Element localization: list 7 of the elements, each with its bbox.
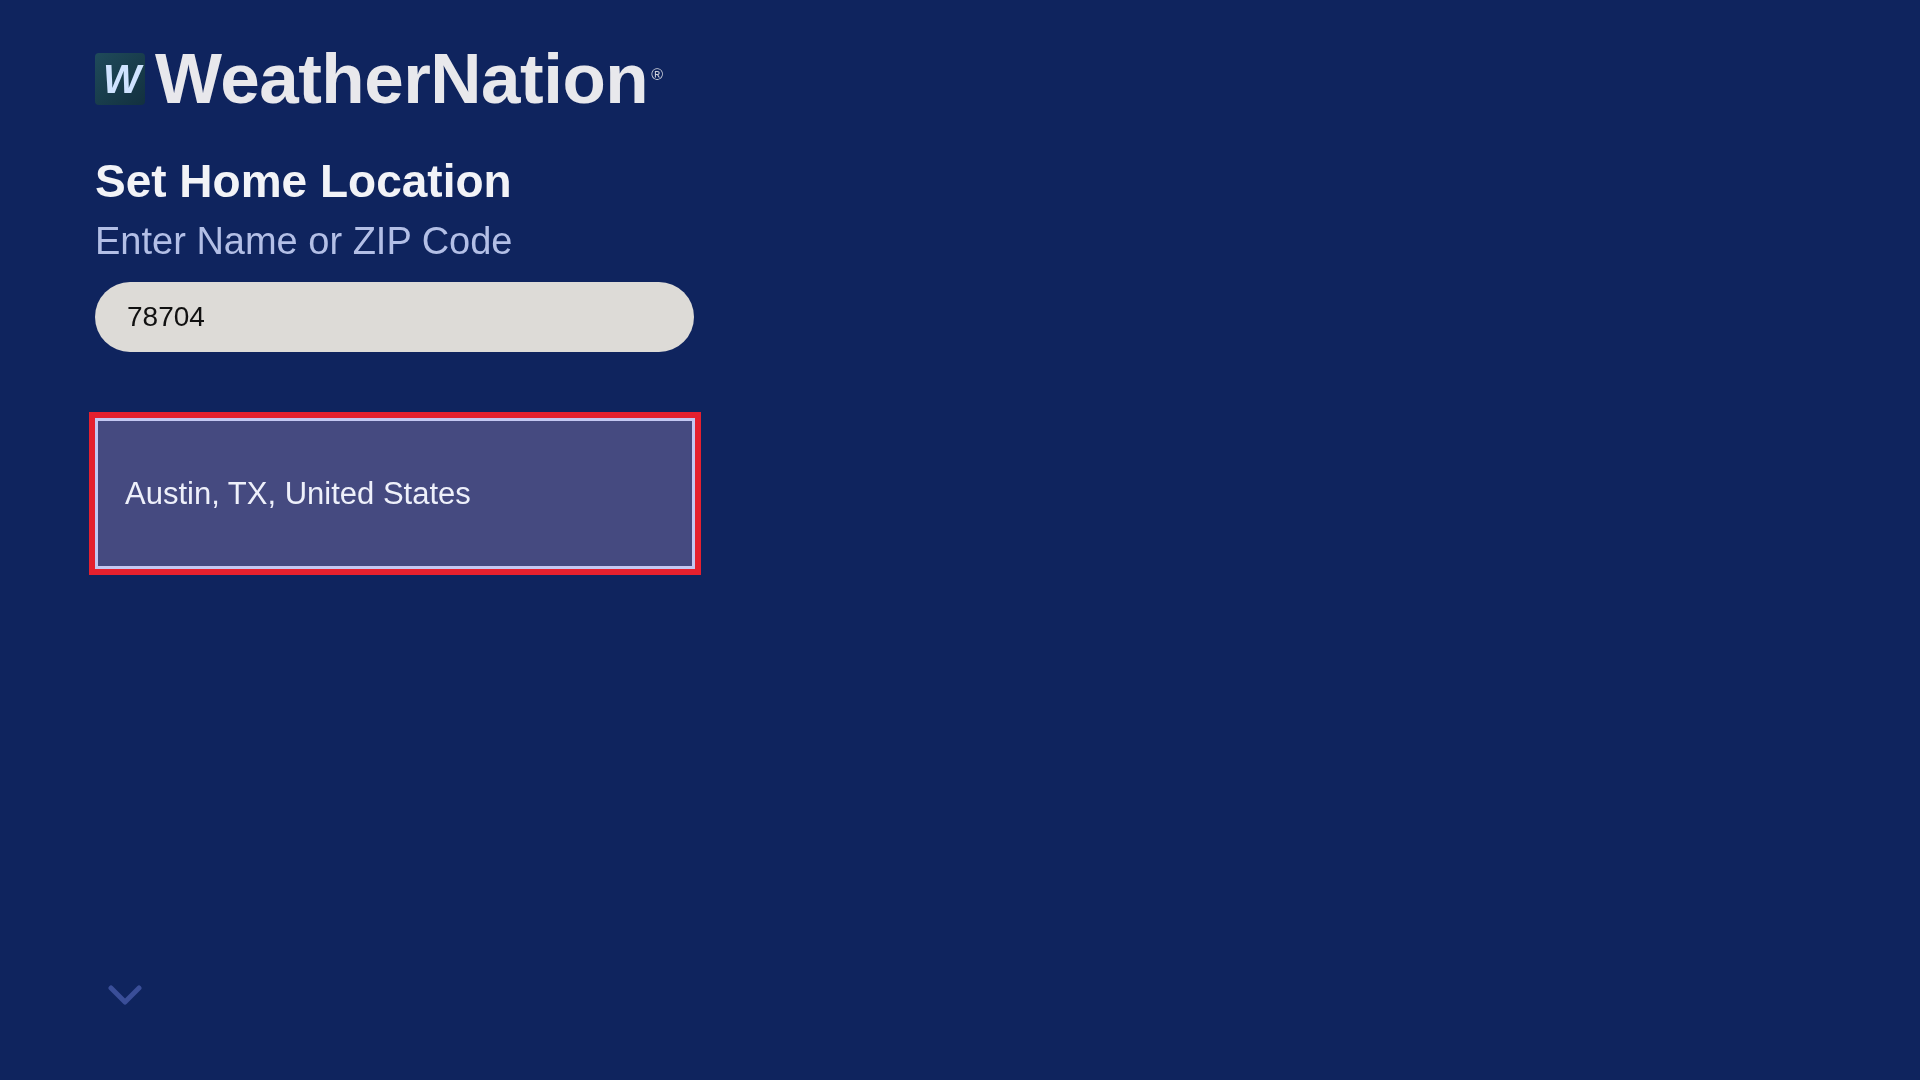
logo-mark: W <box>95 53 145 105</box>
page-title: Set Home Location <box>95 154 512 208</box>
logo-wordmark: WeatherNation$^{®}$ <box>155 44 663 114</box>
location-result[interactable]: Austin, TX, United States <box>89 412 701 575</box>
field-label: Enter Name or ZIP Code <box>95 219 513 264</box>
search-field[interactable]: 78704 <box>95 282 694 352</box>
chevron-down-icon <box>108 985 142 1005</box>
